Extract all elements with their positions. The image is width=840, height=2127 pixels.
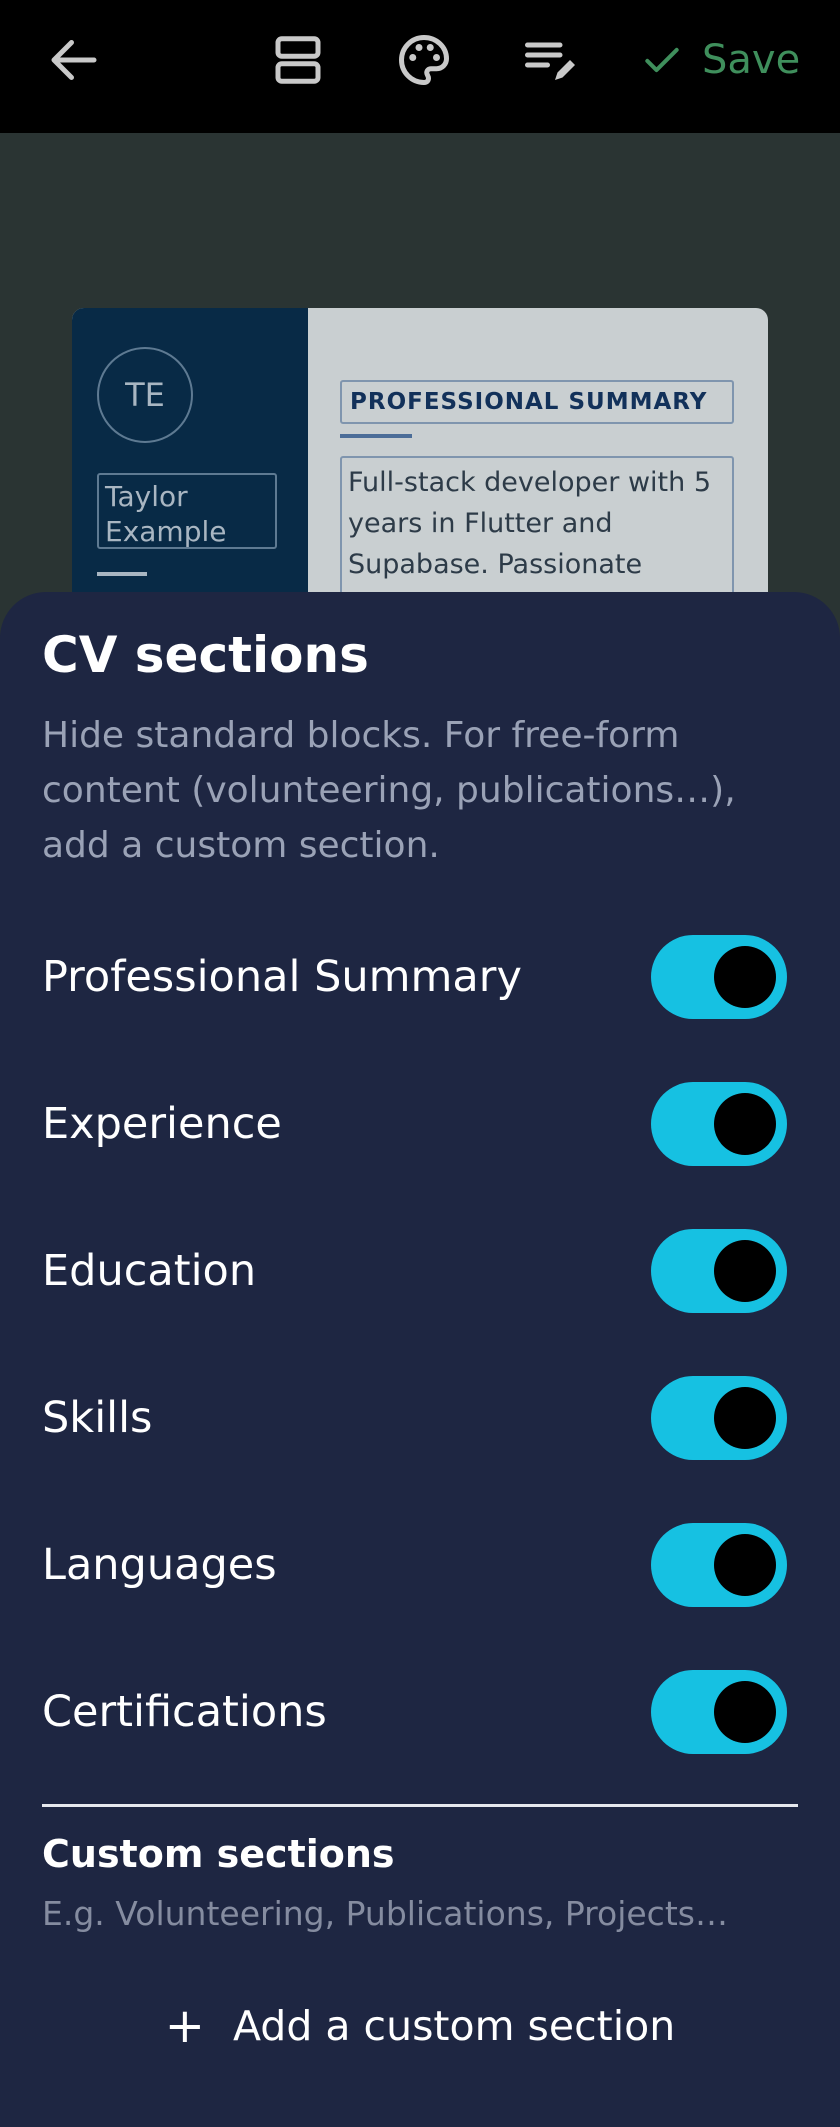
toggle-knob	[714, 946, 776, 1008]
sheet-title: CV sections	[42, 626, 369, 684]
toggle-knob	[714, 1681, 776, 1743]
section-label: Languages	[42, 1540, 277, 1590]
toggle-knob	[714, 1093, 776, 1155]
avatar: TE	[97, 347, 193, 443]
edit-text-icon[interactable]	[520, 30, 580, 90]
section-row-professional-summary: Professional Summary	[0, 922, 840, 1032]
section-row-languages: Languages	[0, 1510, 840, 1620]
section-row-skills: Skills	[0, 1363, 840, 1473]
save-label: Save	[702, 37, 801, 83]
cv-sections-sheet: CV sections Hide standard blocks. For fr…	[0, 592, 840, 2127]
summary-line: years in Flutter and	[348, 508, 613, 539]
name-box: Taylor Example	[97, 473, 277, 549]
section-row-experience: Experience	[0, 1069, 840, 1179]
cv-preview-card: TE Taylor Example PROFESSIONAL SUMMARY F…	[72, 308, 768, 628]
top-app-bar: Save	[0, 0, 840, 133]
name-line-2: Example	[105, 515, 227, 548]
plus-icon: +	[164, 1998, 205, 2054]
cv-accent-line	[340, 434, 412, 438]
section-label: Education	[42, 1246, 257, 1296]
palette-icon[interactable]	[394, 30, 454, 90]
sheet-description: Hide standard blocks. For free-form cont…	[42, 715, 736, 866]
section-label: Certifications	[42, 1687, 327, 1737]
toggle-education[interactable]	[651, 1229, 787, 1313]
save-button[interactable]: Save	[640, 30, 820, 90]
toggle-experience[interactable]	[651, 1082, 787, 1166]
custom-sections-title: Custom sections	[42, 1832, 395, 1876]
divider	[42, 1804, 798, 1807]
section-label: Professional Summary	[42, 952, 522, 1002]
summary-line: Full-stack developer with 5	[348, 467, 712, 498]
toggle-knob	[714, 1387, 776, 1449]
toggle-knob	[714, 1240, 776, 1302]
toggle-languages[interactable]	[651, 1523, 787, 1607]
section-label: Skills	[42, 1393, 153, 1443]
toggle-professional-summary[interactable]	[651, 935, 787, 1019]
check-icon	[645, 47, 679, 73]
custom-sections-hint: E.g. Volunteering, Publications, Project…	[42, 1894, 728, 1933]
section-row-certifications: Certifications	[0, 1657, 840, 1767]
section-label: Experience	[42, 1099, 282, 1149]
name-divider	[97, 572, 147, 576]
toggle-knob	[714, 1534, 776, 1596]
cv-section-title: PROFESSIONAL SUMMARY	[340, 380, 734, 424]
toggle-certifications[interactable]	[651, 1670, 787, 1754]
section-row-education: Education	[0, 1216, 840, 1326]
name-line-1: Taylor	[105, 480, 188, 513]
toggle-skills[interactable]	[651, 1376, 787, 1460]
back-arrow-icon[interactable]	[44, 30, 104, 90]
add-custom-section-label: Add a custom section	[232, 2002, 676, 2050]
add-custom-section-button[interactable]: + Add a custom section	[0, 1986, 840, 2066]
cv-sidebar: TE Taylor Example	[72, 308, 308, 628]
sections-icon[interactable]	[268, 30, 328, 90]
